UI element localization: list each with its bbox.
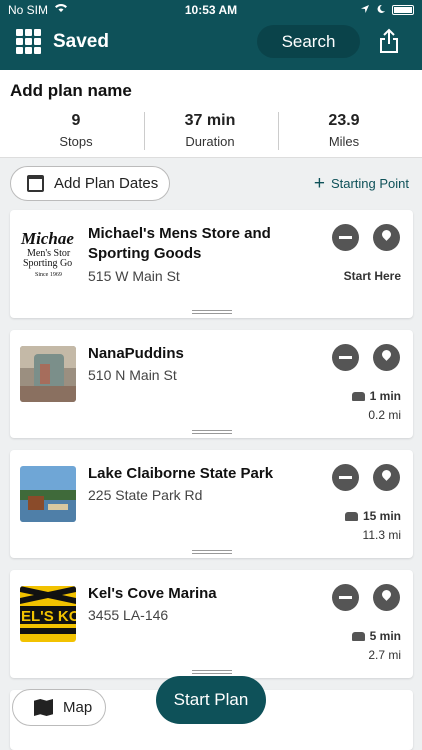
stop-card[interactable]: NanaPuddins 510 N Main St 1 min 0.2 mi <box>10 330 413 438</box>
remove-stop-button[interactable] <box>332 464 359 491</box>
stop-address: 225 State Park Rd <box>88 487 203 503</box>
car-icon <box>351 391 365 401</box>
car-icon <box>351 631 365 641</box>
svg-text:Sporting Go: Sporting Go <box>23 258 72 269</box>
stop-address: 515 W Main St <box>88 268 180 284</box>
stop-card[interactable]: Lake Claiborne State Park 225 State Park… <box>10 450 413 558</box>
stop-name[interactable]: Kel's Cove Marina <box>88 584 288 604</box>
svg-text:EL'S KOV: EL'S KOV <box>21 608 76 625</box>
app-header: No SIM 10:53 AM Saved Search <box>0 0 422 70</box>
drive-distance: 0.2 mi <box>368 408 401 422</box>
drive-time: 5 min <box>369 629 401 643</box>
drag-handle[interactable] <box>192 550 232 554</box>
location-pin-button[interactable] <box>373 584 400 611</box>
stat-label: Duration <box>185 134 235 149</box>
location-pin-button[interactable] <box>373 464 400 491</box>
stop-thumbnail <box>20 346 76 402</box>
start-plan-button[interactable]: Start Plan <box>156 676 266 724</box>
remove-stop-button[interactable] <box>332 224 359 251</box>
plan-summary: Add plan name 9 Stops 37 min Duration 23… <box>0 70 422 158</box>
status-bar: No SIM 10:53 AM <box>0 0 422 20</box>
stop-name[interactable]: NanaPuddins <box>88 344 288 364</box>
stat-duration: 37 min Duration <box>143 112 277 149</box>
share-icon[interactable] <box>378 28 400 54</box>
map-button[interactable]: Map <box>12 689 106 726</box>
drag-handle[interactable] <box>192 310 232 314</box>
car-icon <box>344 511 358 521</box>
drag-handle[interactable] <box>192 430 232 434</box>
drive-info: 5 min 2.7 mi <box>351 629 401 662</box>
map-icon <box>34 699 53 716</box>
menu-grid-icon[interactable] <box>16 29 41 54</box>
add-plan-dates-label: Add Plan Dates <box>54 175 159 192</box>
stat-miles: 23.9 Miles <box>277 112 411 149</box>
drive-time: 1 min <box>369 389 401 403</box>
search-button[interactable]: Search <box>257 25 360 58</box>
stop-name[interactable]: Lake Claiborne State Park <box>88 464 288 484</box>
stat-label: Stops <box>59 134 93 149</box>
stop-card[interactable]: Michae Men's Stor Sporting Go Since 1969… <box>10 210 413 318</box>
moon-icon <box>376 3 386 17</box>
svg-text:Since 1969: Since 1969 <box>35 272 62 278</box>
calendar-icon <box>27 175 44 192</box>
plan-name-field[interactable]: Add plan name <box>10 81 132 101</box>
stop-thumbnail: Michae Men's Stor Sporting Go Since 1969 <box>20 226 76 282</box>
remove-stop-button[interactable] <box>332 344 359 371</box>
add-plan-dates-button[interactable]: Add Plan Dates <box>10 166 170 201</box>
stop-thumbnail <box>20 466 76 522</box>
stat-value: 37 min <box>184 112 236 129</box>
status-time: 10:53 AM <box>184 3 238 17</box>
drive-distance: 11.3 mi <box>362 528 401 542</box>
plus-icon: + <box>313 172 325 194</box>
location-pin-button[interactable] <box>373 224 400 251</box>
battery-icon <box>392 5 414 15</box>
drive-info: 1 min 0.2 mi <box>351 389 401 422</box>
stat-value: 9 <box>71 112 81 129</box>
starting-point-button[interactable]: + Starting Point <box>313 172 409 194</box>
page-title: Saved <box>53 31 109 52</box>
starting-point-label: Starting Point <box>330 176 409 191</box>
location-pin-button[interactable] <box>373 344 400 371</box>
drive-distance: 2.7 mi <box>368 648 401 662</box>
drive-info: 15 min 11.3 mi <box>344 509 401 542</box>
stat-value: 23.9 <box>328 112 360 129</box>
stat-label: Miles <box>328 134 360 149</box>
location-arrow-icon <box>360 3 370 17</box>
drag-handle[interactable] <box>192 670 232 674</box>
map-label: Map <box>63 699 93 716</box>
stop-address: 510 N Main St <box>88 367 177 383</box>
drive-time: 15 min <box>362 509 401 523</box>
stop-address: 3455 LA-146 <box>88 607 169 623</box>
start-here-label: Start Here <box>343 269 401 283</box>
remove-stop-button[interactable] <box>332 584 359 611</box>
svg-text:Michae: Michae <box>20 229 74 248</box>
stop-thumbnail: EL'S KOV <box>20 586 76 642</box>
stop-name[interactable]: Michael's Mens Store and Sporting Goods <box>88 224 288 264</box>
stat-stops: 9 Stops <box>9 112 143 149</box>
stop-card[interactable]: EL'S KOV Kel's Cove Marina 3455 LA-146 5… <box>10 570 413 678</box>
